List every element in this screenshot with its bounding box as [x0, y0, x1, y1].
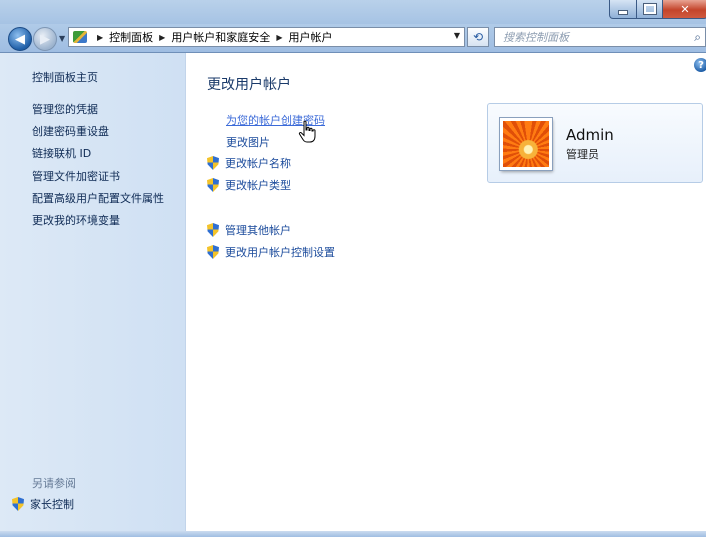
change-picture-link[interactable]: 更改图片	[226, 134, 270, 150]
breadcrumb-chevron-icon[interactable]: ▶	[276, 33, 282, 42]
forward-arrow-icon: ▶	[40, 31, 50, 47]
sidebar-item-label: 家长控制	[30, 498, 74, 511]
sidebar: 控制面板主页 管理您的凭据 创建密码重设盘 链接联机 ID 管理文件加密证书 配…	[0, 53, 186, 537]
sidebar-item-create-reset-disk[interactable]: 创建密码重设盘	[32, 123, 109, 139]
forward-button[interactable]: ▶	[33, 27, 57, 51]
close-button[interactable]: ✕	[663, 0, 706, 19]
breadcrumb-chevron-icon[interactable]: ▶	[97, 33, 103, 42]
address-bar[interactable]: ▶ 控制面板 ▶ 用户帐户和家庭安全 ▶ 用户帐户 ▼	[68, 27, 465, 47]
close-icon: ✕	[680, 2, 690, 16]
sidebar-item-link-online-id[interactable]: 链接联机 ID	[32, 145, 91, 161]
see-also-heading: 另请参阅	[32, 477, 76, 490]
search-input[interactable]: 搜索控制面板 ⌕	[494, 27, 706, 47]
control-panel-icon	[73, 31, 87, 43]
uac-shield-icon	[207, 245, 219, 259]
title-bar: ✕	[0, 0, 706, 24]
uac-shield-icon	[12, 497, 24, 511]
task-label: 更改帐户类型	[225, 179, 291, 192]
back-button[interactable]: ◀	[8, 27, 32, 51]
sidebar-item-control-panel-home[interactable]: 控制面板主页	[32, 69, 98, 85]
sidebar-item-parental-controls[interactable]: 家长控制	[12, 496, 74, 512]
refresh-icon: ⟲	[472, 30, 484, 44]
sidebar-item-environment-variables[interactable]: 更改我的环境变量	[32, 212, 120, 228]
recent-pages-dropdown-icon[interactable]: ▼	[59, 34, 65, 43]
user-role: 管理员	[566, 148, 599, 161]
change-account-type-link[interactable]: 更改帐户类型	[207, 177, 291, 193]
change-account-name-link[interactable]: 更改帐户名称	[207, 155, 291, 171]
task-label: 更改用户帐户控制设置	[225, 246, 335, 259]
minimize-icon	[618, 9, 628, 15]
page-title: 更改用户帐户	[207, 77, 291, 93]
maximize-icon	[643, 4, 656, 14]
navigation-bar: ◀ ▶ ▼ ▶ 控制面板 ▶ 用户帐户和家庭安全 ▶ 用户帐户 ▼ ⟲ 搜索控制…	[0, 24, 706, 53]
task-label: 更改帐户名称	[225, 157, 291, 170]
uac-shield-icon	[207, 223, 219, 237]
maximize-button[interactable]	[637, 0, 663, 19]
caption-buttons: ✕	[609, 0, 706, 19]
back-arrow-icon: ◀	[15, 31, 25, 47]
task-label: 管理其他帐户	[225, 224, 291, 237]
help-button[interactable]: ?	[694, 58, 706, 72]
sidebar-item-file-encryption-certs[interactable]: 管理文件加密证书	[32, 168, 120, 184]
help-icon: ?	[698, 59, 704, 71]
change-uac-settings-link[interactable]: 更改用户帐户控制设置	[207, 244, 335, 260]
avatar	[500, 118, 552, 170]
breadcrumb-control-panel[interactable]: 控制面板	[109, 29, 153, 45]
window-bottom-border	[0, 531, 706, 537]
manage-other-accounts-link[interactable]: 管理其他帐户	[207, 222, 291, 238]
refresh-button[interactable]: ⟲	[467, 27, 489, 47]
search-icon[interactable]: ⌕	[694, 30, 701, 45]
hand-cursor-icon	[298, 120, 316, 143]
breadcrumb-chevron-icon[interactable]: ▶	[159, 33, 165, 42]
address-dropdown-icon[interactable]: ▼	[454, 31, 460, 40]
search-placeholder: 搜索控制面板	[503, 31, 569, 44]
user-account-card: Admin 管理员	[487, 103, 703, 183]
sidebar-item-manage-credentials[interactable]: 管理您的凭据	[32, 101, 98, 117]
breadcrumb-user-accounts-family-safety[interactable]: 用户帐户和家庭安全	[171, 29, 270, 45]
uac-shield-icon	[207, 178, 219, 192]
uac-shield-icon	[207, 156, 219, 170]
user-name: Admin	[566, 126, 614, 144]
minimize-button[interactable]	[609, 0, 637, 19]
breadcrumb-user-accounts[interactable]: 用户帐户	[288, 29, 332, 45]
sidebar-item-advanced-profile[interactable]: 配置高级用户配置文件属性	[32, 190, 164, 206]
